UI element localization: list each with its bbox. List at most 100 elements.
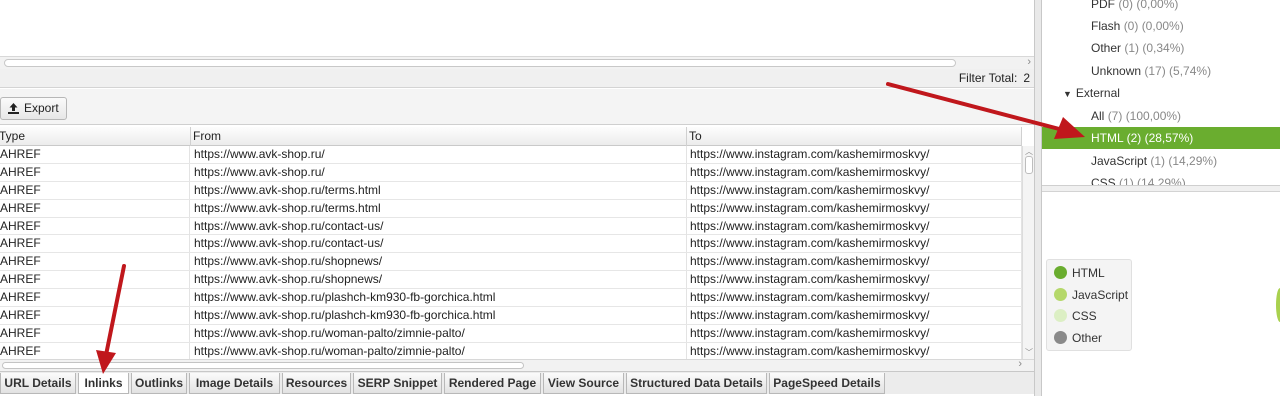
results-pane: › Filter Total: 2 Export Type From To AHR…	[0, 0, 1034, 396]
cell-to[interactable]: https://www.instagram.com/kashemirmoskvy…	[687, 146, 1022, 163]
scroll-right-arrow-icon[interactable]: ›	[1018, 358, 1022, 370]
legend-item-other: Other	[1054, 328, 1102, 348]
tree-item-flash[interactable]: Flash (0) (0,00%)	[1042, 15, 1280, 37]
cell-type[interactable]: AHREF	[0, 324, 190, 342]
tree-item-css[interactable]: CSS (1) (14,29%)	[1042, 172, 1280, 185]
overview-pane: PDF (0) (0,00%) Flash (0) (0,00%) Other (1…	[1042, 0, 1280, 396]
tree-item-pdf[interactable]: PDF (0) (0,00%)	[1042, 0, 1280, 15]
cell-to[interactable]: https://www.instagram.com/kashemirmoskvy…	[687, 307, 1022, 325]
legend-label: CSS	[1072, 309, 1097, 323]
pie-chart-edge	[1276, 288, 1280, 322]
table-row[interactable]: AHREF https://www.avk-shop.ru/woman-palto…	[0, 324, 1022, 343]
cell-type[interactable]: AHREF	[0, 217, 190, 235]
cell-to[interactable]: https://www.instagram.com/kashemirmoskvy…	[687, 217, 1022, 235]
cell-from[interactable]: https://www.avk-shop.ru/woman-palto/zimn…	[191, 324, 687, 342]
tree-item-label: PDF	[1091, 0, 1115, 11]
cell-from[interactable]: https://www.avk-shop.ru/plashch-km930-fb…	[191, 307, 687, 325]
cell-type[interactable]: AHREF	[0, 235, 190, 253]
tab-rendered-page[interactable]: Rendered Page	[444, 373, 541, 394]
cell-type[interactable]: AHREF	[0, 253, 190, 271]
cell-from[interactable]: https://www.avk-shop.ru/terms.html	[191, 181, 687, 199]
tree-item-external[interactable]: ▼ External	[1042, 82, 1280, 104]
scroll-down-arrow-icon[interactable]: ﹀	[1025, 347, 1033, 358]
cell-to[interactable]: https://www.instagram.com/kashemirmoskvy…	[687, 289, 1022, 307]
cell-from[interactable]: https://www.avk-shop.ru/shopnews/	[191, 271, 687, 289]
tree-item-count: (2) (28,57%)	[1126, 131, 1194, 145]
tree-item-other[interactable]: Other (1) (0,34%)	[1042, 37, 1280, 59]
column-header-to[interactable]: To	[687, 127, 1022, 146]
cell-to[interactable]: https://www.instagram.com/kashemirmoskvy…	[687, 235, 1022, 253]
table-row[interactable]: AHREF https://www.avk-shop.ru/shopnews/ht…	[0, 271, 1022, 290]
cell-type[interactable]: AHREF	[0, 307, 190, 325]
table-row[interactable]: AHREF https://www.avk-shop.ru/terms.html h…	[0, 181, 1022, 200]
export-label: Export	[24, 101, 59, 115]
filter-total-bar: Filter Total: 2	[0, 69, 1034, 88]
tree-item-unknown[interactable]: Unknown (17) (5,74%)	[1042, 60, 1280, 82]
cell-to[interactable]: https://www.instagram.com/kashemirmoskvy…	[687, 163, 1022, 181]
cell-from[interactable]: https://www.avk-shop.ru/	[191, 146, 687, 163]
legend-item-html: HTML	[1054, 263, 1105, 283]
table-row[interactable]: AHREF https://www.avk-shop.ru/contact-us/…	[0, 235, 1022, 254]
cell-from[interactable]: https://www.avk-shop.ru/	[191, 163, 687, 181]
scrollbar-thumb[interactable]	[4, 59, 956, 67]
tree-item-html[interactable]: HTML (2) (28,57%)	[1042, 127, 1280, 149]
table-row[interactable]: AHREF https://www.avk-shop.ru/shopnews/ht…	[0, 253, 1022, 272]
cell-type[interactable]: AHREF	[0, 342, 190, 359]
upper-horizontal-scrollbar[interactable]: ›	[0, 56, 1034, 69]
cell-from[interactable]: https://www.avk-shop.ru/plashch-km930-fb…	[191, 289, 687, 307]
cell-to[interactable]: https://www.instagram.com/kashemirmoskvy…	[687, 181, 1022, 199]
cell-from[interactable]: https://www.avk-shop.ru/terms.html	[191, 199, 687, 217]
tab-resources[interactable]: Resources	[282, 373, 351, 394]
table-row[interactable]: AHREF https://www.avk-shop.ru/https://www…	[0, 163, 1022, 182]
table-row[interactable]: AHREF https://www.avk-shop.ru/plashch-km9…	[0, 289, 1022, 308]
legend-item-css: CSS	[1054, 306, 1097, 326]
tree-item-label: Flash	[1091, 19, 1121, 33]
cell-from[interactable]: https://www.avk-shop.ru/contact-us/	[191, 235, 687, 253]
horizontal-scrollbar-thumb[interactable]	[2, 362, 524, 369]
pane-splitter[interactable]	[1034, 0, 1042, 396]
triangle-down-icon[interactable]: ▼	[1063, 83, 1072, 105]
cell-type[interactable]: AHREF	[0, 181, 190, 199]
column-header-type[interactable]: Type	[0, 127, 191, 146]
tab-view-source[interactable]: View Source	[543, 373, 624, 394]
cell-type[interactable]: AHREF	[0, 163, 190, 181]
tab-structured-data-details[interactable]: Structured Data Details	[626, 373, 767, 394]
cell-type[interactable]: AHREF	[0, 289, 190, 307]
cell-type[interactable]: AHREF	[0, 146, 190, 163]
export-button[interactable]: Export	[0, 97, 67, 120]
filter-total-value: 2	[1023, 71, 1030, 85]
cell-to[interactable]: https://www.instagram.com/kashemirmoskvy…	[687, 342, 1022, 359]
table-vertical-scrollbar[interactable]: ︿ ﹀	[1022, 146, 1034, 359]
cell-to[interactable]: https://www.instagram.com/kashemirmoskvy…	[687, 253, 1022, 271]
cell-to[interactable]: https://www.instagram.com/kashemirmoskvy…	[687, 324, 1022, 342]
legend-color-dot	[1054, 266, 1067, 279]
tab-image-details[interactable]: Image Details	[189, 373, 280, 394]
table-row[interactable]: AHREF https://www.avk-shop.ru/contact-us/…	[0, 217, 1022, 236]
legend-color-dot	[1054, 330, 1067, 344]
tab-serp-snippet[interactable]: SERP Snippet	[353, 373, 442, 394]
splitter-horizontal[interactable]	[1042, 186, 1280, 192]
cell-from[interactable]: https://www.avk-shop.ru/contact-us/	[191, 217, 687, 235]
table-row[interactable]: AHREF https://www.avk-shop.ru/plashch-km9…	[0, 307, 1022, 325]
table-row[interactable]: AHREF https://www.avk-shop.ru/woman-palto…	[0, 342, 1022, 359]
scroll-right-arrow-icon[interactable]: ›	[1027, 56, 1031, 68]
vertical-scrollbar-thumb[interactable]	[1025, 156, 1033, 174]
tab-pagespeed-details[interactable]: PageSpeed Details	[769, 373, 885, 394]
tree-item-javascript[interactable]: JavaScript (1) (14,29%)	[1042, 150, 1280, 172]
cell-to[interactable]: https://www.instagram.com/kashemirmoskvy…	[687, 199, 1022, 217]
table-row[interactable]: AHREF https://www.avk-shop.ru/https://www…	[0, 146, 1022, 164]
legend-label: Other	[1072, 330, 1103, 345]
tree-item-all[interactable]: All (7) (100,00%)	[1042, 105, 1280, 127]
inlinks-table: Type From To AHREF https://www.avk-shop.r…	[0, 127, 1022, 359]
tab-inlinks[interactable]: Inlinks	[78, 373, 129, 394]
tab-url-details[interactable]: URL Details	[0, 373, 76, 394]
cell-to[interactable]: https://www.instagram.com/kashemirmoskvy…	[687, 271, 1022, 289]
cell-type[interactable]: AHREF	[0, 271, 190, 289]
table-horizontal-scrollbar[interactable]: ›	[0, 358, 1034, 371]
cell-from[interactable]: https://www.avk-shop.ru/woman-palto/zimn…	[191, 342, 687, 359]
cell-type[interactable]: AHREF	[0, 199, 190, 217]
cell-from[interactable]: https://www.avk-shop.ru/shopnews/	[191, 253, 687, 271]
tab-outlinks[interactable]: Outlinks	[131, 373, 187, 394]
table-row[interactable]: AHREF https://www.avk-shop.ru/terms.html h…	[0, 199, 1022, 218]
column-header-from[interactable]: From	[191, 127, 687, 146]
